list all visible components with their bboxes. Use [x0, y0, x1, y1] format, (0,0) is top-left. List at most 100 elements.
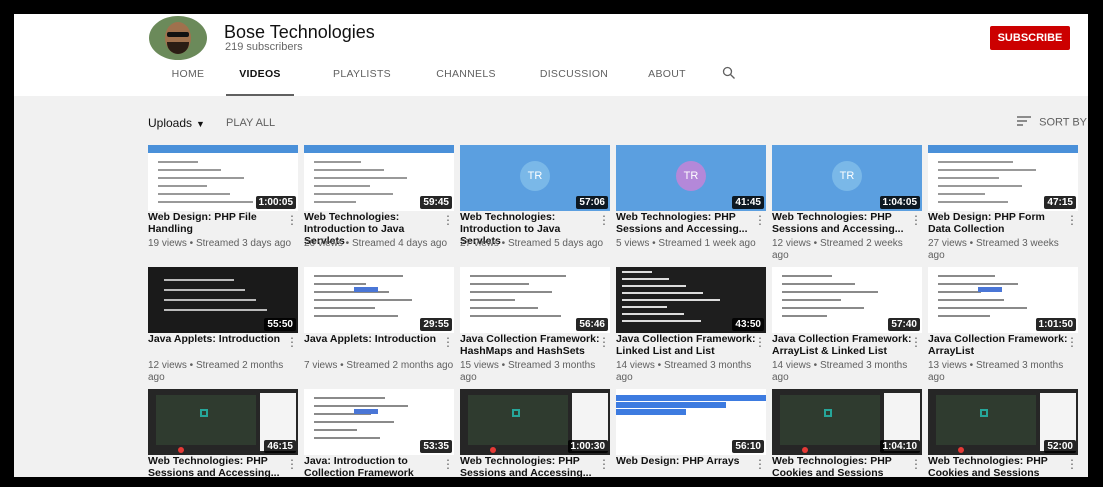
video-card[interactable]: 56:10Web Design: PHP Arrays⋮51 views • [616, 389, 766, 477]
thumbnail-text-line [782, 275, 832, 277]
tab-discussion[interactable]: DISCUSSION [529, 61, 619, 96]
more-options-icon[interactable]: ⋮ [754, 213, 766, 227]
video-title[interactable]: Web Technologies: PHP Sessions and Acces… [148, 455, 288, 477]
more-options-icon[interactable]: ⋮ [286, 457, 298, 471]
video-thumbnail[interactable]: 53:35 [304, 389, 454, 455]
more-options-icon[interactable]: ⋮ [442, 335, 454, 349]
video-title[interactable]: Java Collection Framework: HashMaps and … [460, 333, 600, 357]
more-options-icon[interactable]: ⋮ [1066, 457, 1078, 471]
video-meta: 26 views • Streamed 4 days ago [304, 238, 448, 249]
more-options-icon[interactable]: ⋮ [910, 213, 922, 227]
thumbnail-text-line [314, 161, 361, 163]
video-title[interactable]: Java Collection Framework: ArrayList [928, 333, 1068, 357]
sort-by-button[interactable]: SORT BY [1017, 116, 1087, 129]
video-title[interactable]: Web Technologies: PHP Cookies and Sessio… [928, 455, 1068, 477]
video-thumbnail[interactable]: TR 41:45 [616, 145, 766, 211]
thumbnail-text-line [782, 299, 841, 301]
video-card[interactable]: 52:00 Web Technologies: PHP Cookies and S… [928, 389, 1078, 477]
video-card[interactable]: 57:40 Java Collection Framework: ArrayLis… [772, 267, 922, 383]
tab-playlists[interactable]: PLAYLISTS [322, 61, 402, 96]
video-title[interactable]: Web Technologies: PHP Sessions and Acces… [460, 455, 600, 477]
video-card[interactable]: 55:50 Java Applets: Introduction ⋮ 12 views… [148, 267, 298, 383]
subscribe-button[interactable]: SUBSCRIBE [990, 26, 1070, 50]
more-options-icon[interactable]: ⋮ [910, 335, 922, 349]
video-thumbnail[interactable]: 56:10 [616, 389, 766, 455]
thumbnail-text-line [158, 169, 221, 171]
meeting-icon [824, 409, 832, 417]
more-options-icon[interactable]: ⋮ [286, 213, 298, 227]
video-card[interactable]: 1:04:10 Web Technologies: PHP Cookies and… [772, 389, 922, 477]
video-card[interactable]: 59:45 Web Technologies: Introduction to J… [304, 145, 454, 253]
video-title[interactable]: Java: Introduction to Collection Framewo… [304, 455, 444, 477]
video-card[interactable]: 1:00:05 Web Design: PHP File Handling ⋮ 19 … [148, 145, 298, 253]
video-thumbnail[interactable]: 55:50 [148, 267, 298, 333]
video-thumbnail[interactable]: 47:15 [928, 145, 1078, 211]
video-card[interactable]: TR 1:04:05 Web Technologies: PHP Sessions … [772, 145, 922, 261]
video-title[interactable]: Java Collection Framework: ArrayList & L… [772, 333, 912, 357]
meeting-icon [200, 409, 208, 417]
thumbnail-text-line [938, 275, 995, 277]
video-thumbnail[interactable]: 43:50 [616, 267, 766, 333]
search-icon[interactable] [722, 66, 736, 85]
video-card[interactable]: 47:15 Web Design: PHP Form Data Collectio… [928, 145, 1078, 261]
tab-about[interactable]: ABOUT [639, 61, 695, 96]
more-options-icon[interactable]: ⋮ [754, 457, 766, 471]
video-card[interactable]: TR 41:45 Web Technologies: PHP Sessions an… [616, 145, 766, 253]
video-card[interactable]: 1:00:30 Web Technologies: PHP Sessions an… [460, 389, 610, 477]
video-card[interactable]: 46:15 Web Technologies: PHP Sessions and … [148, 389, 298, 477]
video-card[interactable]: 29:55 Java Applets: Introduction ⋮ 7 views … [304, 267, 454, 375]
video-thumbnail[interactable]: 52:00 [928, 389, 1078, 455]
channel-avatar[interactable] [149, 16, 207, 60]
video-thumbnail[interactable]: 57:40 [772, 267, 922, 333]
more-options-icon[interactable]: ⋮ [286, 335, 298, 349]
more-options-icon[interactable]: ⋮ [598, 213, 610, 227]
video-thumbnail[interactable]: 46:15 [148, 389, 298, 455]
video-thumbnail[interactable]: TR 1:04:05 [772, 145, 922, 211]
video-title[interactable]: Web Technologies: PHP Sessions and Acces… [772, 211, 912, 235]
video-card[interactable]: 53:35 Java: Introduction to Collection Fr… [304, 389, 454, 477]
video-title[interactable]: Web Technologies: PHP Sessions and Acces… [616, 211, 756, 235]
play-all-button[interactable]: PLAY ALL [226, 117, 275, 129]
tab-videos[interactable]: VIDEOS [226, 61, 294, 96]
video-card[interactable]: 56:46 Java Collection Framework: HashMaps… [460, 267, 610, 383]
more-options-icon[interactable]: ⋮ [910, 457, 922, 471]
video-thumbnail[interactable]: 1:00:30 [460, 389, 610, 455]
more-options-icon[interactable]: ⋮ [598, 457, 610, 471]
more-options-icon[interactable]: ⋮ [1066, 335, 1078, 349]
uploads-dropdown[interactable]: Uploads ▼ [148, 116, 205, 130]
channel-page: Bose Technologies 219 subscribers SUBSCR… [14, 14, 1088, 477]
video-title[interactable]: Java Collection Framework: Linked List a… [616, 333, 756, 357]
more-options-icon[interactable]: ⋮ [442, 457, 454, 471]
video-meta: 5 views • Streamed 1 week ago [616, 238, 756, 249]
video-title[interactable]: Java Applets: Introduction [304, 333, 444, 345]
video-thumbnail[interactable]: 29:55 [304, 267, 454, 333]
video-thumbnail[interactable]: 59:45 [304, 145, 454, 211]
thumbnail-highlight [354, 287, 378, 292]
video-thumbnail[interactable]: 1:01:50 [928, 267, 1078, 333]
video-thumbnail[interactable]: 56:46 [460, 267, 610, 333]
video-card[interactable]: 1:01:50 Java Collection Framework: ArrayL… [928, 267, 1078, 383]
video-title[interactable]: Web Design: PHP Form Data Collection [928, 211, 1068, 235]
more-options-icon[interactable]: ⋮ [754, 335, 766, 349]
video-title[interactable]: Web Technologies: PHP Cookies and Sessio… [772, 455, 912, 477]
video-title[interactable]: Web Design: PHP File Handling [148, 211, 288, 235]
video-card[interactable]: TR 57:06 Web Technologies: Introduction to… [460, 145, 610, 253]
end-call-icon [490, 447, 496, 453]
thumbnail-text-line [314, 283, 366, 285]
video-card[interactable]: 43:50 Java Collection Framework: Linked L… [616, 267, 766, 383]
video-thumbnail[interactable]: 1:04:10 [772, 389, 922, 455]
video-thumbnail[interactable]: 1:00:05 [148, 145, 298, 211]
video-duration: 52:00 [1044, 440, 1076, 453]
more-options-icon[interactable]: ⋮ [598, 335, 610, 349]
channel-name[interactable]: Bose Technologies [224, 22, 375, 43]
video-thumbnail[interactable]: TR 57:06 [460, 145, 610, 211]
tab-channels[interactable]: CHANNELS [426, 61, 506, 96]
thumbnail-text-line [314, 307, 375, 309]
more-options-icon[interactable]: ⋮ [442, 213, 454, 227]
tab-home[interactable]: HOME [158, 61, 218, 96]
thumbnail-highlight [616, 402, 726, 408]
terminal-line [622, 292, 703, 294]
video-title[interactable]: Web Design: PHP Arrays [616, 455, 756, 467]
more-options-icon[interactable]: ⋮ [1066, 213, 1078, 227]
video-title[interactable]: Java Applets: Introduction [148, 333, 288, 345]
